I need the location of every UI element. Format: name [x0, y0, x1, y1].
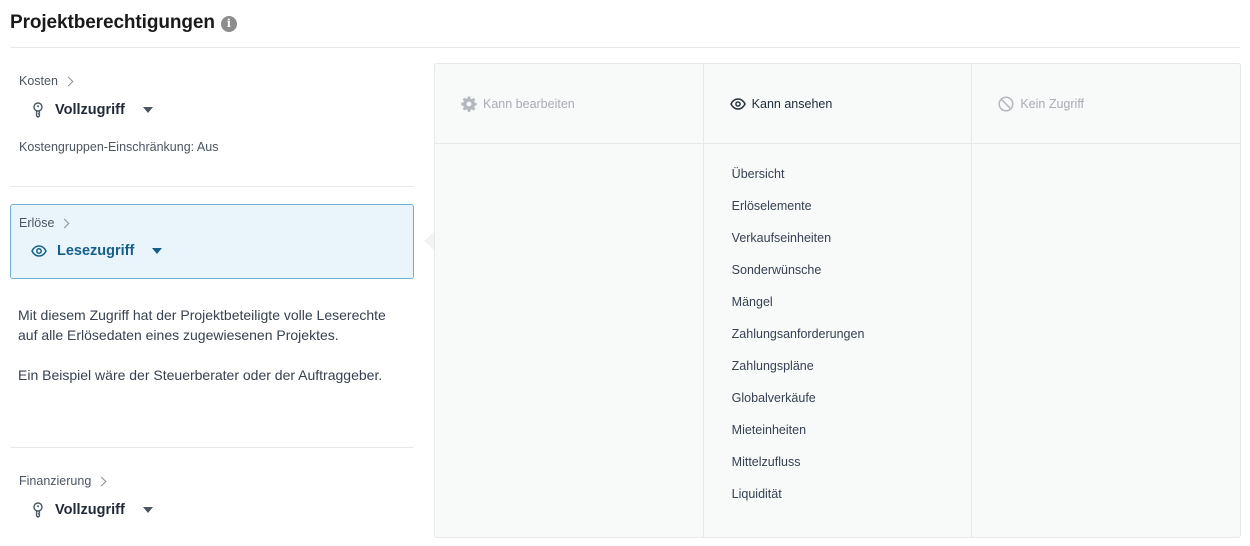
erloese-access-dropdown[interactable]: Lesezugriff: [19, 243, 405, 259]
erloese-access-label: Lesezugriff: [57, 243, 135, 259]
kosten-access-dropdown[interactable]: Vollzugriff: [19, 102, 405, 118]
gear-icon: [461, 96, 477, 112]
caret-down-icon: [152, 248, 163, 254]
finanzierung-access-label: Vollzugriff: [55, 502, 125, 518]
column-can-edit-title: Kann bearbeiten: [483, 96, 575, 111]
column-no-access-header: Kein Zugriff: [972, 64, 1241, 144]
page-title: Projektberechtigungen i: [10, 10, 237, 36]
no-access-icon: [998, 95, 1014, 112]
kosten-access-label: Vollzugriff: [55, 102, 125, 118]
chevron-right-icon: [63, 76, 74, 86]
column-no-access: Kein Zugriff: [971, 64, 1241, 537]
section-kosten-label: Kosten: [19, 74, 58, 88]
kostengruppen-restriction: Kostengruppen-Einschränkung: Aus: [19, 140, 219, 154]
key-icon: [31, 102, 45, 118]
viewable-modules-list: Übersicht Erlöselemente Verkaufseinheite…: [704, 144, 972, 518]
column-can-view-title: Kann ansehen: [751, 96, 833, 111]
column-can-edit-header: Kann bearbeiten: [435, 64, 703, 144]
description-paragraph-2: Ein Beispiel wäre der Steuerberater oder…: [18, 367, 383, 383]
column-no-access-title: Kein Zugriff: [1020, 96, 1085, 111]
list-item: Mängel: [731, 295, 773, 309]
column-can-view: Kann ansehen Übersicht Erlöselemente Ver…: [702, 64, 972, 537]
section-kosten-link[interactable]: Kosten: [19, 74, 405, 88]
page-title-text: Projektberechtigungen: [10, 12, 215, 33]
section-erloese[interactable]: Erlöse Lesezugriff: [10, 204, 414, 279]
key-icon: [31, 502, 45, 518]
list-item: Mieteinheiten: [731, 423, 807, 437]
chevron-right-icon: [59, 218, 70, 228]
list-item: Sonderwünsche: [731, 263, 822, 277]
permission-sections: Kosten Vollzugriff Kostengruppen-Einschr…: [10, 48, 414, 518]
list-item: Erlöselemente: [731, 199, 812, 213]
section-divider: [10, 186, 414, 187]
caret-down-icon: [142, 107, 153, 113]
eye-icon: [31, 245, 47, 257]
finanzierung-access-dropdown[interactable]: Vollzugriff: [19, 502, 405, 518]
list-item: Liquidität: [731, 487, 782, 501]
section-kosten: Kosten Vollzugriff Kostengruppen-Einschr…: [10, 48, 414, 186]
column-can-view-header: Kann ansehen: [703, 64, 972, 144]
section-erloese-link[interactable]: Erlöse: [19, 216, 405, 230]
section-erloese-label: Erlöse: [19, 216, 55, 230]
list-item: Mittelzufluss: [731, 455, 801, 469]
chevron-right-icon: [96, 476, 107, 486]
section-finanzierung-link[interactable]: Finanzierung: [19, 474, 405, 488]
list-item: Verkaufseinheiten: [731, 231, 832, 245]
section-finanzierung: Finanzierung Vollzugriff: [10, 448, 414, 518]
permission-detail-panel: Kann bearbeiten Kann ansehen Übersicht E…: [434, 63, 1241, 538]
caret-down-icon: [142, 507, 153, 513]
list-item: Übersicht: [731, 167, 785, 181]
list-item: Globalverkäufe: [731, 391, 816, 405]
column-can-edit: Kann bearbeiten: [435, 64, 703, 537]
list-item: Zahlungsanforderungen: [731, 327, 865, 341]
eye-icon: [729, 97, 746, 110]
list-item: Zahlungspläne: [731, 359, 814, 373]
section-finanzierung-label: Finanzierung: [19, 474, 92, 488]
info-icon[interactable]: i: [220, 15, 237, 32]
description-paragraph-1: Mit diesem Zugriff hat der Projektbeteil…: [18, 307, 386, 343]
access-description: Mit diesem Zugriff hat der Projektbeteil…: [10, 279, 414, 447]
